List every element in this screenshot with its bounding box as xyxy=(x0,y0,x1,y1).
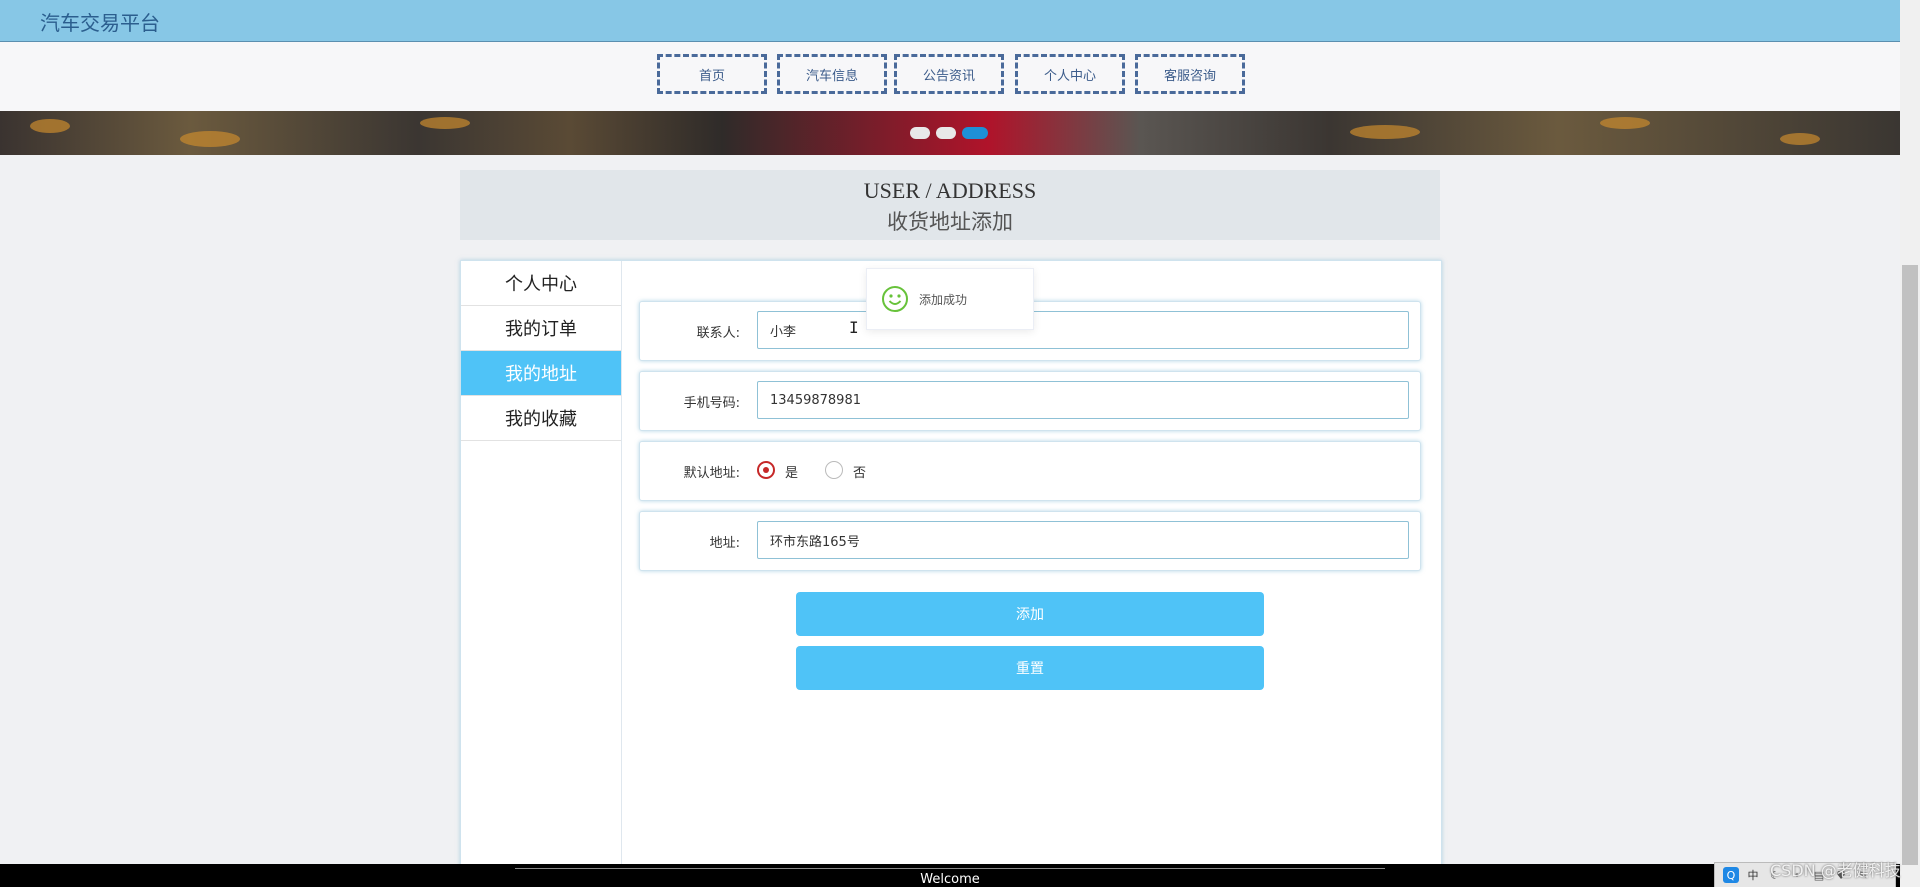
carousel-dot-2[interactable] xyxy=(936,127,956,139)
leaf-decoration xyxy=(180,131,240,147)
sidebar-menu: 个人中心 我的订单 我的地址 我的收藏 xyxy=(461,261,622,871)
sidebar-item-personal-center[interactable]: 个人中心 xyxy=(461,261,621,306)
leaf-decoration xyxy=(420,117,470,129)
nav-customer-service[interactable]: 客服咨询 xyxy=(1135,54,1245,94)
radio-default-yes[interactable] xyxy=(757,461,775,479)
nav-announcements[interactable]: 公告资讯 xyxy=(894,54,1004,94)
smile-icon xyxy=(882,286,908,312)
ime-logo-icon[interactable]: Q xyxy=(1723,867,1739,883)
csdn-watermark: CSDN @老健科技 xyxy=(1770,861,1901,880)
footer-divider xyxy=(515,868,1385,869)
sidebar-item-my-favorites[interactable]: 我的收藏 xyxy=(461,396,621,441)
app-title[interactable]: 汽车交易平台 xyxy=(40,7,160,36)
nav-home[interactable]: 首页 xyxy=(657,54,767,94)
nav-personal-center[interactable]: 个人中心 xyxy=(1015,54,1125,94)
phone-label: 手机号码: xyxy=(683,395,740,411)
text-cursor-icon: I xyxy=(849,318,859,337)
toast-message: 添加成功 xyxy=(919,293,968,307)
top-header-bar: 汽车交易平台 xyxy=(0,0,1900,42)
page-title-box: USER / ADDRESS 收货地址添加 xyxy=(460,170,1440,240)
nav-car-info[interactable]: 汽车信息 xyxy=(777,54,887,94)
address-label: 地址: xyxy=(709,535,740,551)
address-row: 地址: xyxy=(639,511,1421,571)
page-title-en: USER / ADDRESS xyxy=(863,178,1037,203)
content-panel: 个人中心 我的订单 我的地址 我的收藏 联系人: 手机号码: 默认地址: 是 否… xyxy=(460,260,1442,872)
reset-button[interactable]: 重置 xyxy=(796,646,1264,690)
leaf-decoration xyxy=(1600,117,1650,129)
phone-input[interactable] xyxy=(757,381,1409,419)
radio-default-no-label[interactable]: 否 xyxy=(853,462,866,481)
carousel-dot-3[interactable] xyxy=(962,127,988,139)
sidebar-item-my-orders[interactable]: 我的订单 xyxy=(461,306,621,351)
main-navigation: 首页 汽车信息 公告资讯 个人中心 客服咨询 xyxy=(0,42,1900,111)
add-button[interactable]: 添加 xyxy=(796,592,1264,636)
leaf-decoration xyxy=(1350,125,1420,139)
leaf-decoration xyxy=(1780,133,1820,145)
contact-label: 联系人: xyxy=(696,325,740,341)
scrollbar-thumb[interactable] xyxy=(1902,265,1918,865)
footer: Welcome xyxy=(0,864,1900,887)
leaf-decoration xyxy=(30,119,70,133)
footer-welcome: Welcome xyxy=(920,872,980,887)
address-input[interactable] xyxy=(757,521,1409,559)
page-title-cn: 收货地址添加 xyxy=(887,210,1013,234)
default-address-row: 默认地址: 是 否 xyxy=(639,441,1421,501)
sidebar-item-my-address[interactable]: 我的地址 xyxy=(461,351,621,396)
radio-default-yes-label[interactable]: 是 xyxy=(785,462,798,481)
success-toast: 添加成功 xyxy=(866,268,1034,330)
carousel-dot-1[interactable] xyxy=(910,127,930,139)
ime-chinese-mode-icon[interactable]: 中 xyxy=(1745,867,1761,883)
phone-row: 手机号码: xyxy=(639,371,1421,431)
radio-default-no[interactable] xyxy=(825,461,843,479)
default-address-label: 默认地址: xyxy=(683,465,740,481)
